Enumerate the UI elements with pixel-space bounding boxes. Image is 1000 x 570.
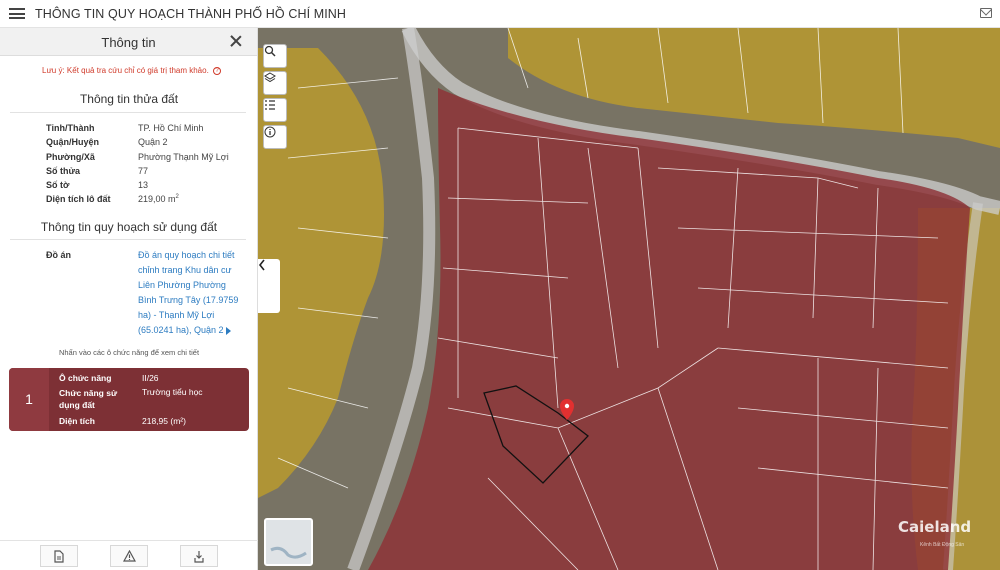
watermark-subtitle: Kênh Bất Động Sản: [920, 542, 965, 548]
top-bar: THÔNG TIN QUY HOẠCH THÀNH PHỐ HỒ CHÍ MIN…: [0, 0, 1000, 28]
info-button[interactable]: [263, 125, 287, 149]
sheet-number-label: Số tờ: [46, 180, 70, 190]
function-cell-value: II/26: [142, 373, 159, 383]
function-area-value: 218,95 (m²): [142, 416, 186, 426]
function-cell-label: Ô chức năng: [59, 373, 112, 383]
download-button[interactable]: [180, 545, 218, 567]
lot-area-unit: 2: [175, 194, 179, 200]
menu-icon[interactable]: [9, 8, 25, 19]
function-hint: Nhấn vào các ô chức năng để xem chi tiết: [58, 348, 200, 357]
chevron-left-icon: [258, 259, 265, 271]
search-icon: [264, 45, 276, 57]
province-label: Tỉnh/Thành: [46, 123, 95, 133]
arrow-right-icon: [225, 326, 231, 335]
document-icon: [54, 549, 64, 563]
land-use-label: Chức năng sử dụng đất: [59, 388, 118, 410]
plan-label: Đồ án: [46, 250, 72, 260]
panel-footer: [0, 540, 258, 570]
layers-icon: [264, 72, 276, 83]
info-panel: Thông tin Lưu ý: Kết quả tra cứu chỉ có …: [0, 28, 258, 570]
function-area-label: Diện tích: [59, 416, 95, 426]
warning-icon: [122, 550, 136, 562]
map-canvas[interactable]: [258, 28, 1000, 570]
lot-area-number: 219,00 m: [138, 194, 176, 204]
ward-value: Phường Thạnh Mỹ Lợi: [138, 152, 229, 162]
watermark-logo: Caieland: [898, 518, 972, 536]
disclaimer-text: Lưu ý: Kết quả tra cứu chỉ có giá trị th…: [42, 66, 209, 75]
app-title: THÔNG TIN QUY HOẠCH THÀNH PHỐ HỒ CHÍ MIN…: [35, 6, 347, 21]
search-button[interactable]: [263, 44, 287, 68]
plan-section-title: Thông tin quy hoạch sử dụng đất: [40, 220, 218, 234]
info-icon: [264, 126, 276, 138]
legend-icon: [265, 100, 275, 110]
parcel-number-label: Số thửa: [46, 166, 81, 176]
district-value: Quận 2: [138, 137, 168, 147]
lot-area-value: 219,00 m2: [138, 194, 179, 204]
minimap-toggle[interactable]: [264, 518, 313, 566]
district-label: Quận/Huyện: [46, 137, 100, 147]
warning-button[interactable]: [110, 545, 148, 567]
function-cell-card[interactable]: 1 Ô chức năng II/26 Chức năng sử dụng đấ…: [9, 368, 249, 431]
lot-area-label: Diện tích lô đất: [46, 194, 111, 204]
sheet-number-value: 13: [138, 180, 149, 190]
minimap-thumbnail: [270, 546, 307, 559]
ward-label: Phường/Xã: [46, 152, 95, 162]
document-button[interactable]: [40, 545, 78, 567]
map-view[interactable]: Caieland Kênh Bất Động Sản: [258, 28, 1000, 570]
land-use-value: Trường tiểu học: [142, 387, 203, 397]
disclaimer-note: Lưu ý: Kết quả tra cứu chỉ có giá trị th…: [42, 66, 222, 75]
parcel-number-value: 77: [138, 166, 149, 176]
parcel-section-title: Thông tin thửa đất: [79, 92, 179, 106]
layers-button[interactable]: [263, 71, 287, 95]
mail-icon[interactable]: [980, 8, 992, 18]
download-icon: [194, 550, 204, 563]
function-cell-index: 1: [9, 368, 49, 431]
divider: [10, 239, 246, 240]
panel-header: Thông tin: [0, 28, 257, 56]
plan-link-text[interactable]: Đồ án quy hoạch chi tiết chỉnh trang Khu…: [138, 250, 238, 335]
help-icon[interactable]: ?: [213, 66, 222, 75]
plan-link[interactable]: Đồ án quy hoạch chi tiết chỉnh trang Khu…: [138, 248, 242, 338]
legend-button[interactable]: [263, 98, 287, 122]
divider: [10, 112, 246, 113]
province-value: TP. Hồ Chí Minh: [138, 123, 204, 133]
close-icon[interactable]: [229, 34, 243, 48]
panel-title: Thông tin: [101, 35, 156, 50]
collapse-panel-button[interactable]: [258, 259, 280, 313]
